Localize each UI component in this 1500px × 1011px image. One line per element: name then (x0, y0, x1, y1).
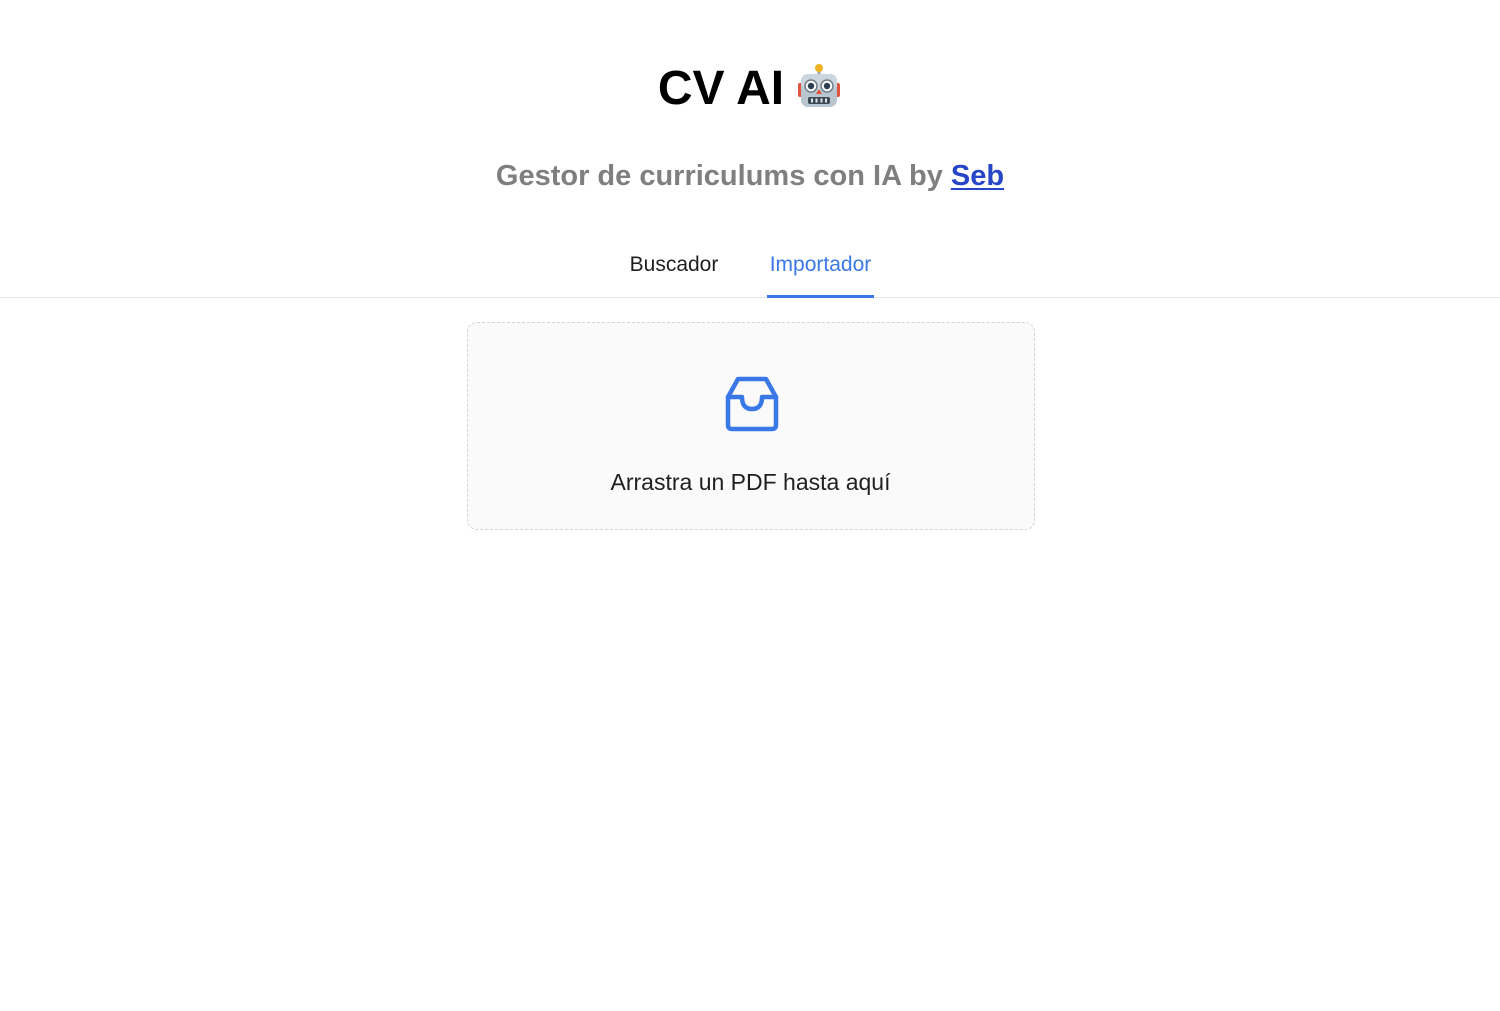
author-link[interactable]: Seb (951, 160, 1004, 192)
pdf-dropzone[interactable]: Arrastra un PDF hasta aquí (467, 322, 1035, 530)
tab-bar: Buscador Importador (0, 240, 1500, 298)
page: CV AI Gestor de curriculums con IA by Se… (0, 0, 1500, 1011)
tab-importador[interactable]: Importador (767, 240, 874, 298)
page-title: CV AI (0, 58, 1500, 120)
dropzone-text: Arrastra un PDF hasta aquí (610, 469, 891, 495)
tab-buscador[interactable]: Buscador (624, 240, 724, 298)
page-title-text: CV AI (657, 62, 785, 115)
inbox-icon (724, 375, 780, 433)
page-subtitle: Gestor de curriculums con IA by Seb (0, 156, 1500, 196)
robot-icon (796, 64, 842, 110)
subtitle-text: Gestor de curriculums con IA by (495, 160, 951, 192)
